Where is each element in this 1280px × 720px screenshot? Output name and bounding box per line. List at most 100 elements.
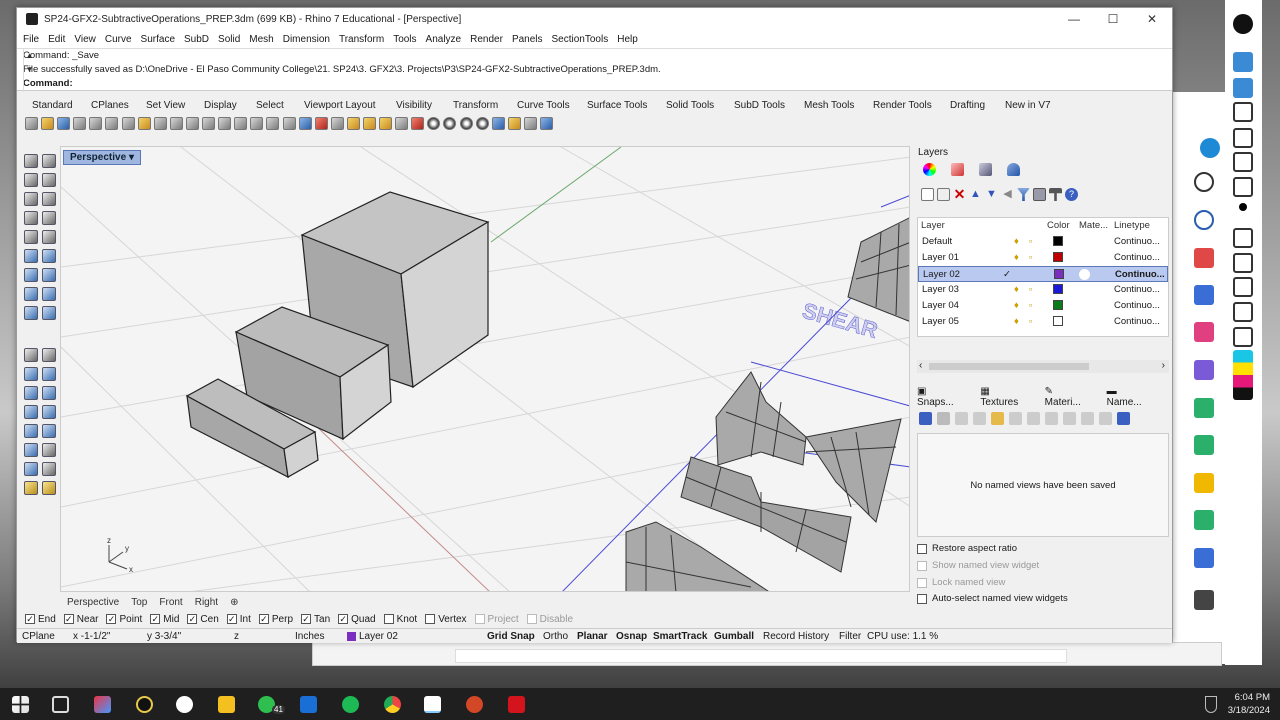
undo-icon[interactable]	[153, 116, 167, 130]
layer-state-icon[interactable]	[1033, 188, 1046, 201]
arc-icon[interactable]	[42, 192, 56, 206]
brush-size-icon[interactable]	[1239, 203, 1247, 211]
tab-drafting[interactable]: Drafting	[950, 100, 1005, 111]
mesh-block-top[interactable]	[847, 217, 910, 322]
layer-row-layer-03[interactable]: Layer 03 ♦ ▫ Continuo...	[918, 282, 1168, 298]
screenshot-icon[interactable]	[1233, 302, 1253, 322]
layers-horizontal-scrollbar[interactable]: ‹ ›	[917, 360, 1169, 373]
acrobat-icon[interactable]	[508, 696, 525, 713]
surface-icon[interactable]	[24, 249, 38, 263]
light-bulb-icon[interactable]: ♦	[1014, 252, 1019, 263]
light-bulb-icon[interactable]: ♦	[1014, 236, 1019, 247]
menu-surface[interactable]: Surface	[141, 34, 175, 45]
pen-app-icon[interactable]	[176, 696, 193, 713]
menu-curve[interactable]: Curve	[105, 34, 132, 45]
file-explorer-icon[interactable]	[218, 696, 235, 713]
status-record-history[interactable]: Record History	[763, 631, 829, 642]
menu-panels[interactable]: Panels	[512, 34, 543, 45]
move-out-icon[interactable]: ◀	[1001, 188, 1014, 201]
split-icon[interactable]	[24, 367, 38, 381]
lock-icon[interactable]: ▫	[1029, 316, 1032, 327]
whiteboard-icon[interactable]	[1233, 277, 1253, 297]
save-icon[interactable]	[57, 116, 71, 130]
mirror-icon[interactable]	[42, 405, 56, 419]
pen-tool-icon[interactable]	[1233, 102, 1253, 122]
column-header-material[interactable]: Mate...	[1079, 220, 1108, 231]
layer-row-layer-02[interactable]: Layer 02 ✓ Continuo...	[918, 266, 1168, 282]
rectangle-icon[interactable]	[24, 211, 38, 225]
view-thumbnails-icon[interactable]	[1117, 412, 1130, 425]
status-ortho[interactable]: Ortho	[543, 631, 568, 642]
status-grid-snap[interactable]: Grid Snap	[487, 631, 535, 642]
restore-view-icon[interactable]	[1009, 412, 1022, 425]
tab-solid-tools[interactable]: Solid Tools	[666, 100, 734, 111]
menu-help[interactable]: Help	[617, 34, 638, 45]
tab-new-in-v7[interactable]: New in V7	[1005, 100, 1065, 111]
status-units[interactable]: Inches	[295, 631, 324, 642]
zoom-window-icon[interactable]	[218, 116, 232, 130]
option-restore-aspect-ratio[interactable]: Restore aspect ratio	[917, 543, 1017, 554]
status-osnap[interactable]: Osnap	[616, 631, 647, 642]
rendered-sphere-icon[interactable]	[475, 116, 489, 130]
join-icon[interactable]	[24, 386, 38, 400]
tab-cplanes[interactable]: CPlanes	[91, 100, 146, 111]
lock-icon[interactable]: ▫	[1029, 252, 1032, 263]
point-icon[interactable]	[42, 154, 56, 168]
minimize-button[interactable]: —	[1055, 8, 1093, 30]
menu-tools[interactable]: Tools	[393, 34, 416, 45]
tools-hammer-icon[interactable]	[1049, 188, 1062, 201]
zoom-selected-icon[interactable]	[250, 116, 264, 130]
material-sphere-icon[interactable]	[1079, 269, 1090, 280]
properties-icon[interactable]	[411, 116, 425, 130]
cursor-arrow-icon[interactable]	[1233, 78, 1253, 98]
rotate-icon[interactable]	[42, 424, 56, 438]
powerpoint-icon[interactable]	[466, 696, 483, 713]
trash-icon[interactable]	[1233, 253, 1253, 273]
add-viewport-icon[interactable]: ⊕	[230, 597, 238, 608]
osnap-end[interactable]: ✓ End	[25, 614, 56, 625]
trim-icon[interactable]	[42, 367, 56, 381]
menu-edit[interactable]: Edit	[48, 34, 65, 45]
osnap-quad[interactable]: ✓ Quad	[338, 614, 376, 625]
close-button[interactable]: ✕	[1133, 8, 1171, 30]
osnap-mid[interactable]: ✓ Mid	[150, 614, 179, 625]
viewport-tab-front[interactable]: Front	[159, 597, 182, 608]
tab-materials[interactable]: ✎ Materi...	[1045, 386, 1097, 408]
move-down-icon[interactable]: ▼	[985, 188, 998, 201]
menu-subd[interactable]: SubD	[184, 34, 209, 45]
new-layer-icon[interactable]	[921, 188, 934, 201]
delete-view-icon[interactable]	[955, 412, 968, 425]
array-icon[interactable]	[24, 405, 38, 419]
osnap-tan[interactable]: ✓ Tan	[301, 614, 330, 625]
bowtie-shape-3[interactable]	[625, 521, 771, 592]
layer-03-curves[interactable]	[561, 187, 910, 592]
column-header-linetype[interactable]: Linetype	[1114, 220, 1150, 231]
eraser-icon[interactable]	[1233, 177, 1253, 197]
column-header-color[interactable]: Color	[1047, 220, 1070, 231]
menu-transform[interactable]: Transform	[339, 34, 384, 45]
menu-render[interactable]: Render	[470, 34, 503, 45]
light-bulb-icon[interactable]	[379, 116, 393, 130]
layer-row-default[interactable]: Default ♦ ▫ Continuo...	[918, 234, 1168, 250]
osnap-knot[interactable]: Knot	[383, 614, 417, 625]
lock-icon[interactable]: ▫	[1029, 300, 1032, 311]
menu-solid[interactable]: Solid	[218, 34, 240, 45]
open-view-icon[interactable]	[991, 412, 1004, 425]
tab-standard[interactable]: Standard	[32, 100, 91, 111]
option-auto-select-named-view-widgets[interactable]: Auto-select named view widgets	[917, 593, 1068, 604]
osnap-vertex[interactable]: Vertex	[425, 614, 467, 625]
tab-mesh-tools[interactable]: Mesh Tools	[804, 100, 873, 111]
delete-layer-icon[interactable]: ✕	[953, 187, 966, 201]
scroll-right-icon[interactable]: ›	[1162, 360, 1165, 371]
windows-start-icon[interactable]	[12, 696, 29, 713]
paint-icon[interactable]	[24, 481, 38, 495]
check-icon[interactable]	[42, 462, 56, 476]
task-view-icon[interactable]	[52, 696, 69, 713]
menu-sectiontools[interactable]: SectionTools	[552, 34, 609, 45]
eye-icon[interactable]	[1233, 52, 1253, 72]
osnap-perp[interactable]: ✓ Perp	[258, 614, 293, 625]
wireframe-sphere-icon[interactable]	[443, 116, 457, 130]
copy-view-icon[interactable]	[973, 412, 986, 425]
edit-view-icon[interactable]	[937, 412, 950, 425]
menu-analyze[interactable]: Analyze	[426, 34, 462, 45]
